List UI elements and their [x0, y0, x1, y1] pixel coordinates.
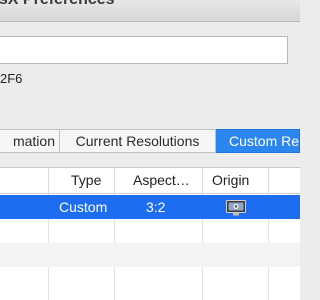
table-row[interactable]: Custom 3:2: [0, 195, 300, 219]
tab-information[interactable]: mation: [0, 129, 60, 153]
title-bar: esX Preferences: [0, 0, 300, 22]
column-header-extra[interactable]: [268, 168, 300, 193]
tab-custom-resolutions[interactable]: Custom Re: [216, 129, 300, 153]
column-header-type[interactable]: Type: [48, 168, 114, 193]
cell-aspect: 3:2: [146, 199, 166, 215]
column-header-aspect[interactable]: Aspect…: [114, 168, 202, 193]
cell-type: Custom: [59, 199, 108, 215]
tab-current-resolutions[interactable]: Current Resolutions: [60, 129, 216, 153]
table-row-empty: [0, 219, 300, 243]
text-field[interactable]: [0, 36, 288, 64]
window-title: esX Preferences: [0, 0, 115, 9]
info-label: 2F6: [0, 71, 23, 86]
table-row-empty: [0, 267, 300, 291]
resolutions-table: Type Aspect… Origin Custom 3:2: [0, 167, 300, 300]
column-header-origin[interactable]: Origin: [202, 168, 268, 193]
table-row-empty: [0, 243, 300, 267]
tab-bar: mation Current Resolutions Custom Re: [0, 129, 300, 153]
table-header: Type Aspect… Origin: [0, 168, 300, 194]
